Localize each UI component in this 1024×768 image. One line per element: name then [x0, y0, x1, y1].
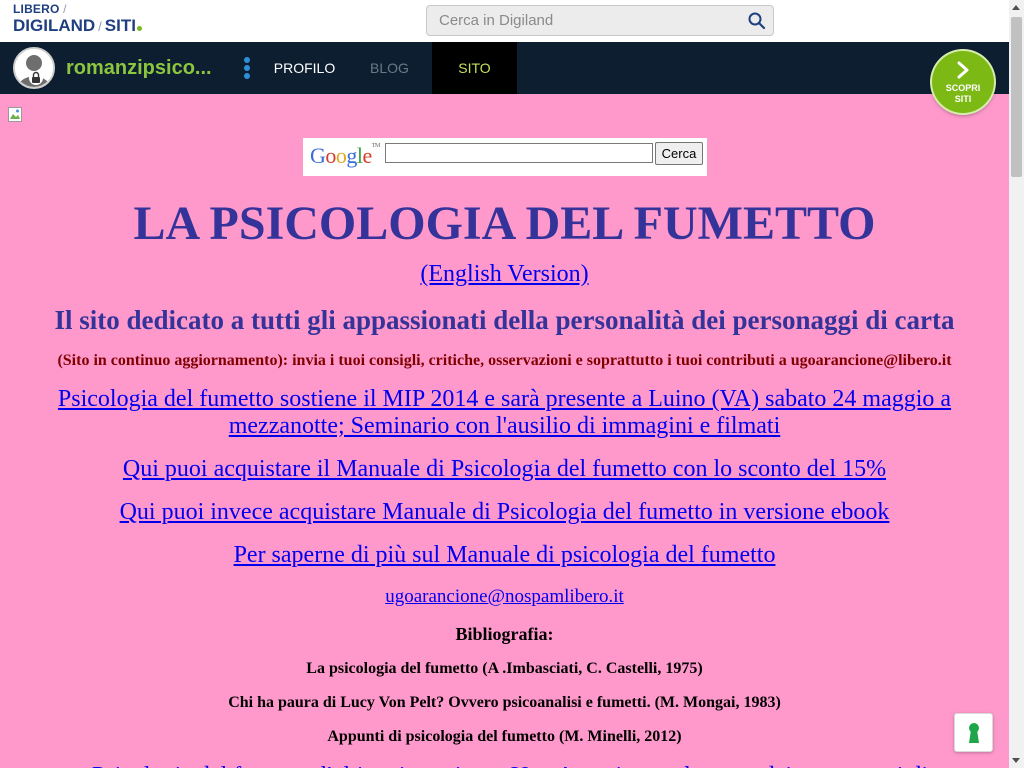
google-search-input[interactable] [385, 143, 653, 163]
chevron-right-icon [957, 61, 969, 79]
privacy-settings-button[interactable] [954, 713, 993, 752]
logo-green-dot [136, 26, 142, 31]
bibliography-item: La psicologia del fumetto (A .Imbasciati… [306, 660, 703, 677]
page-content: GoogleTM Cerca LA PSICOLOGIA DEL FUMETTO… [0, 94, 1009, 768]
nav-blog[interactable]: BLOG [352, 42, 427, 94]
link-buy-manual[interactable]: Qui puoi acquistare il Manuale di Psicol… [123, 456, 886, 482]
scroll-up-arrow-icon[interactable] [1012, 5, 1020, 10]
locked-user-avatar-icon [15, 49, 53, 87]
update-note: (Sito in continuo aggiornamento): invia … [57, 352, 952, 369]
digiland-search-box [426, 5, 774, 36]
email-link[interactable]: ugoarancione@nospamlibero.it [385, 586, 624, 607]
google-logo: GoogleTM [310, 143, 380, 168]
email-link-wrap: ugoarancione@nospamlibero.it [0, 586, 1009, 608]
page-title: LA PSICOLOGIA DEL FUMETTO [133, 197, 876, 250]
google-search-button[interactable]: Cerca [655, 142, 703, 165]
logo-siti-text: SITI [104, 16, 136, 35]
logo-digiland-text: DIGILAND [13, 16, 96, 35]
logo-separator: / [63, 2, 67, 16]
scopri-siti-button[interactable]: SCOPRI SITI [932, 51, 994, 113]
google-search-widget: GoogleTM Cerca [303, 138, 707, 176]
nav-profilo[interactable]: PROFILO [262, 42, 347, 94]
link-manual-info[interactable]: Per saperne di più sul Manuale di psicol… [234, 542, 776, 568]
user-avatar[interactable] [13, 47, 55, 89]
scrollbar-thumb[interactable] [1011, 17, 1022, 177]
link-buy-ebook[interactable]: Qui puoi invece acquistare Manuale di Ps… [120, 499, 890, 525]
top-bar: LIBERO / DIGILAND / SITI [0, 0, 1009, 42]
page-scrollbar[interactable] [1009, 0, 1024, 768]
bibliography-item: Appunti di psicologia del fumetto (M. Mi… [327, 728, 682, 745]
link-buy-ebook-wrap: Qui puoi invece acquistare Manuale di Ps… [40, 499, 969, 526]
site-navbar: romanzipsico... PROFILO BLOG SITO [0, 42, 1009, 94]
bibliography-heading: Bibliografia: [455, 624, 554, 644]
english-version-link-wrap: (English Version) [0, 261, 1009, 288]
bibliography-item: Chi ha paura di Lucy Von Pelt? Ovvero ps… [228, 694, 781, 711]
logo-libero-text: LIBERO [13, 2, 60, 16]
english-version-link[interactable]: (English Version) [420, 261, 588, 287]
scopri-label: SCOPRI [945, 83, 981, 93]
link-manual-info-wrap: Per saperne di più sul Manuale di psicol… [40, 542, 969, 569]
logo-separator: / [98, 19, 102, 34]
privacy-keyhole-icon [969, 723, 979, 743]
digiland-logo[interactable]: LIBERO / DIGILAND / SITI [13, 3, 142, 34]
site-name[interactable]: romanzipsico... [66, 57, 212, 80]
cutoff-link[interactable]: Psicologia del fumetto: l'ultima intervi… [60, 756, 960, 768]
link-mip-2014-wrap: Psicologia del fumetto sostiene il MIP 2… [40, 386, 969, 440]
kebab-menu-icon[interactable] [242, 57, 252, 81]
link-mip-2014[interactable]: Psicologia del fumetto sostiene il MIP 2… [58, 386, 951, 439]
broken-image-icon [8, 107, 22, 122]
siti-label: SITI [954, 94, 972, 104]
search-icon[interactable] [747, 11, 767, 31]
nav-sito[interactable]: SITO [432, 42, 517, 94]
link-buy-manual-wrap: Qui puoi acquistare il Manuale di Psicol… [40, 456, 969, 483]
scroll-down-arrow-icon[interactable] [1012, 758, 1020, 763]
search-input[interactable] [427, 6, 751, 35]
page-subtitle: Il sito dedicato a tutti gli appassionat… [54, 305, 955, 335]
